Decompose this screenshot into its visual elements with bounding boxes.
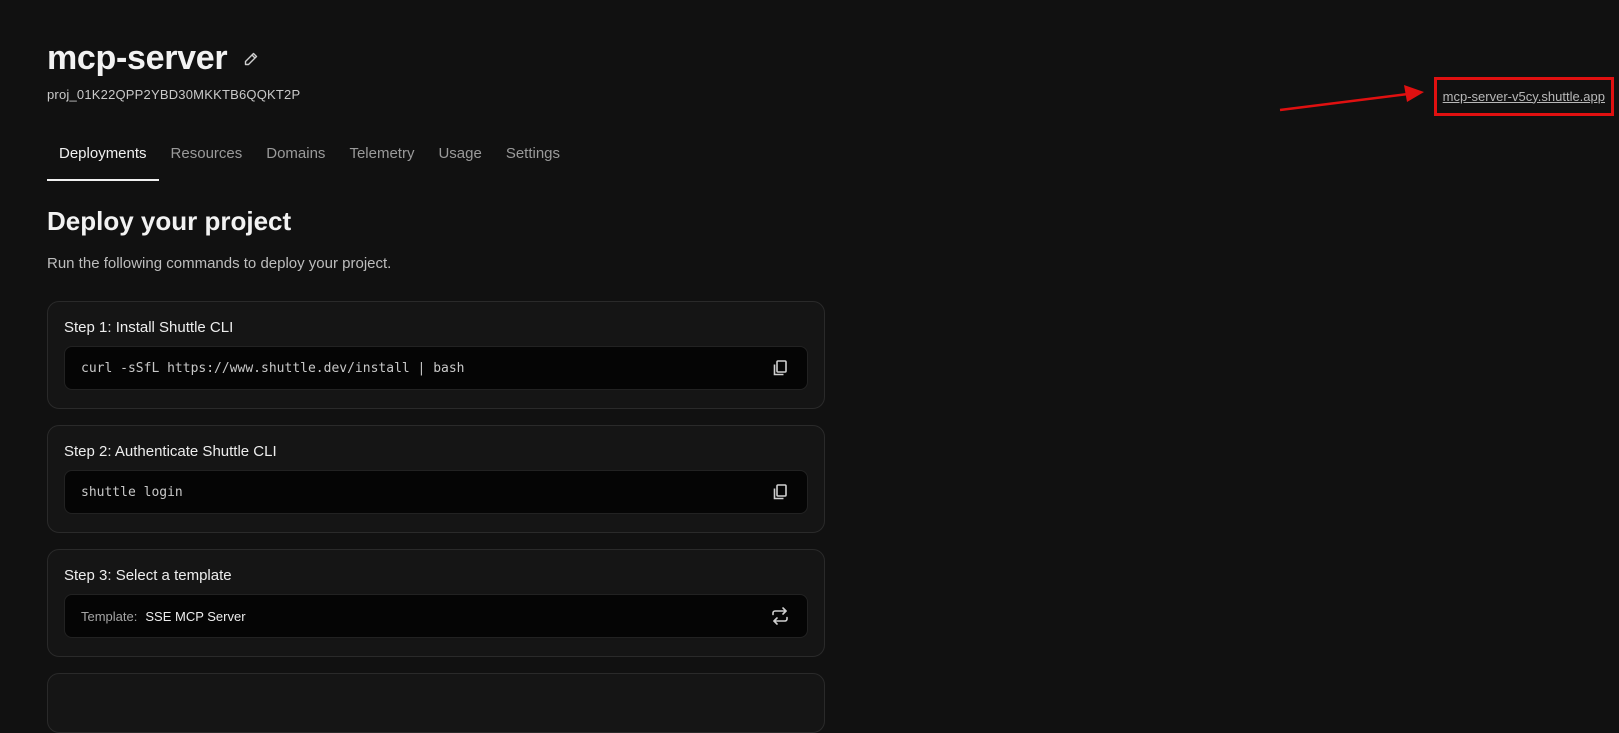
- project-header: mcp-server: [47, 36, 261, 80]
- template-box: Template: SSE MCP Server: [64, 594, 808, 638]
- url-annotation-box: mcp-server-v5cy.shuttle.app: [1433, 77, 1614, 116]
- project-tabs: Deployments Resources Domains Telemetry …: [47, 137, 572, 181]
- template-label: Template:: [81, 608, 138, 624]
- command-text: shuttle login: [81, 484, 183, 500]
- command-box: curl -sSfL https://www.shuttle.dev/insta…: [64, 346, 808, 390]
- project-id: proj_01K22QPP2YBD30MKKTB6QQKT2P: [47, 87, 301, 102]
- swap-icon[interactable]: [769, 605, 791, 627]
- step-title: Step 3: Select a template: [64, 567, 232, 584]
- deploy-section-description: Run the following commands to deploy you…: [47, 255, 392, 272]
- step-card-next: [47, 673, 825, 733]
- annotation-arrow: [1279, 85, 1424, 112]
- copy-icon[interactable]: [769, 481, 791, 503]
- tab-resources[interactable]: Resources: [159, 137, 255, 179]
- step-title: Step 2: Authenticate Shuttle CLI: [64, 443, 277, 460]
- step-card-authenticate-cli: Step 2: Authenticate Shuttle CLI shuttle…: [47, 425, 825, 533]
- tab-domains[interactable]: Domains: [254, 137, 337, 179]
- copy-icon[interactable]: [769, 357, 791, 379]
- step-title: Step 1: Install Shuttle CLI: [64, 319, 234, 336]
- template-value: SSE MCP Server: [145, 608, 246, 624]
- project-title: mcp-server: [47, 39, 228, 77]
- tab-telemetry[interactable]: Telemetry: [337, 137, 426, 179]
- tab-settings[interactable]: Settings: [494, 137, 572, 179]
- command-text: curl -sSfL https://www.shuttle.dev/insta…: [81, 360, 465, 376]
- step-card-select-template: Step 3: Select a template Template: SSE …: [47, 549, 825, 657]
- step-card-install-cli: Step 1: Install Shuttle CLI curl -sSfL h…: [47, 301, 825, 409]
- deploy-section-title: Deploy your project: [47, 206, 292, 236]
- command-box: shuttle login: [64, 470, 808, 514]
- tab-deployments[interactable]: Deployments: [47, 137, 159, 181]
- project-url-link[interactable]: mcp-server-v5cy.shuttle.app: [1443, 89, 1605, 104]
- pencil-edit-icon[interactable]: [241, 49, 261, 69]
- tab-usage[interactable]: Usage: [426, 137, 493, 179]
